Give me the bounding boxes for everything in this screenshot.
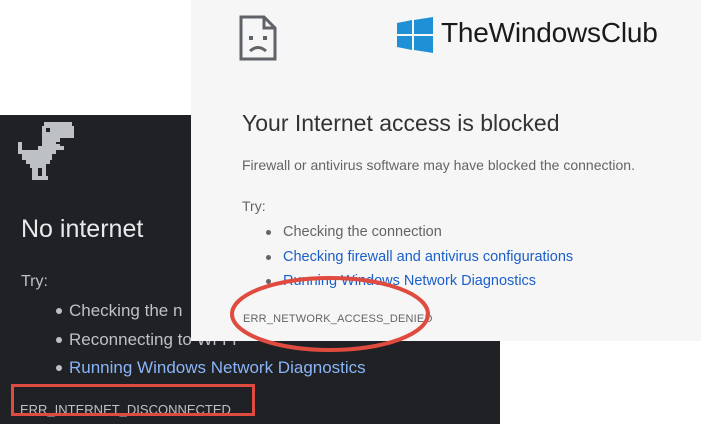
try-label: Try: xyxy=(21,273,48,290)
watermark-text: TheWindowsClub xyxy=(441,17,658,48)
page-title: No internet xyxy=(21,215,144,243)
highlight-box xyxy=(11,384,255,416)
try-label: Try: xyxy=(242,198,266,214)
suggestion-item: Checking the connection xyxy=(265,220,573,245)
watermark-logo: TheWindowsClub xyxy=(397,15,697,55)
page-subtitle: Firewall or antivirus software may have … xyxy=(242,157,635,173)
windows-logo-icon xyxy=(397,17,433,53)
highlight-circle xyxy=(230,276,430,352)
sad-document-icon xyxy=(239,15,277,61)
firewall-config-link[interactable]: Checking firewall and antivirus configur… xyxy=(265,245,573,270)
network-diagnostics-link[interactable]: Running Windows Network Diagnostics xyxy=(56,354,366,383)
dinosaur-icon[interactable] xyxy=(18,122,74,182)
page-title: Your Internet access is blocked xyxy=(242,110,560,136)
